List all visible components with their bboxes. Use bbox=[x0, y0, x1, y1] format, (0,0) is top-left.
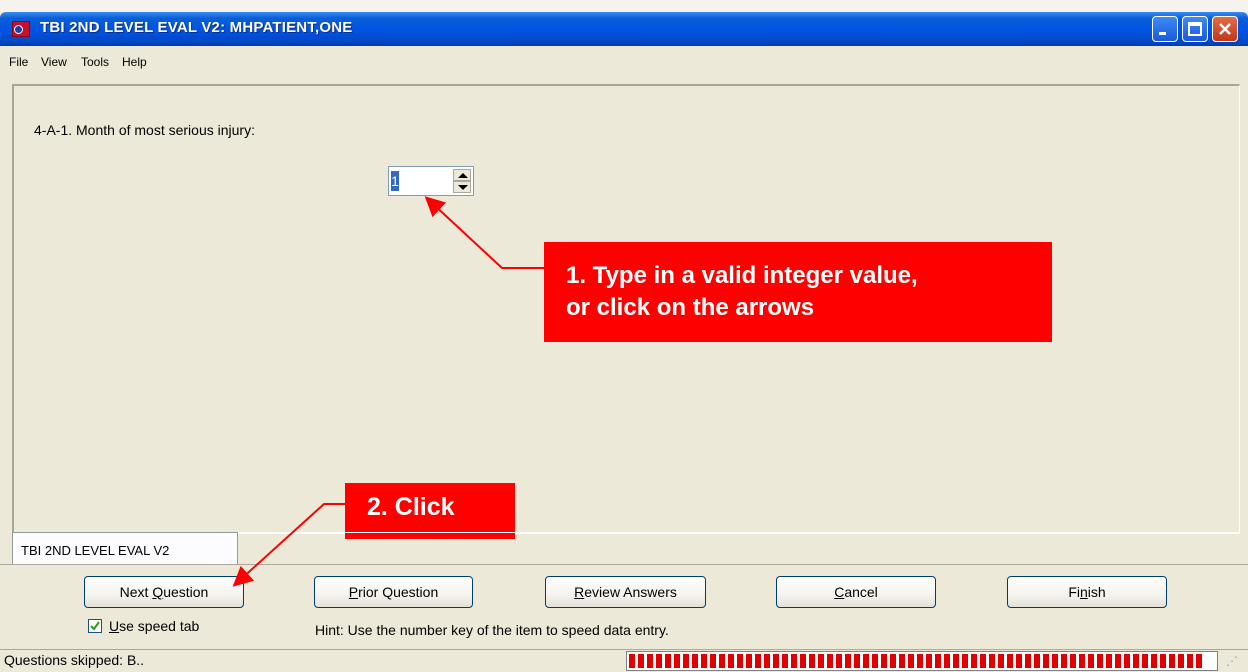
window-title: TBI 2ND LEVEL EVAL V2: MHPATIENT,ONE bbox=[40, 19, 353, 36]
resize-grip-icon[interactable]: ⋰ bbox=[1226, 654, 1238, 668]
arrow-up-icon bbox=[458, 173, 468, 178]
app-icon[interactable] bbox=[12, 21, 30, 37]
spinner-buttons bbox=[453, 169, 471, 193]
status-text: Questions skipped: B.. bbox=[4, 652, 145, 668]
spinner-up-button[interactable] bbox=[453, 169, 471, 181]
menu-tools[interactable]: Tools bbox=[81, 55, 109, 69]
callout-1-line-1: 1. Type in a valid integer value, bbox=[566, 262, 918, 289]
finish-button[interactable]: Finish bbox=[1007, 576, 1167, 608]
menu-bar bbox=[0, 46, 1248, 72]
menu-help[interactable]: Help bbox=[122, 55, 147, 69]
cancel-button[interactable]: Cancel bbox=[776, 576, 936, 608]
tab-tbi-eval[interactable]: TBI 2ND LEVEL EVAL V2 bbox=[12, 532, 238, 564]
checkmark-icon bbox=[90, 621, 100, 631]
menu-file[interactable]: File bbox=[9, 55, 28, 69]
maximize-button[interactable] bbox=[1182, 16, 1208, 42]
progress-bar bbox=[626, 651, 1218, 671]
spinner-value[interactable]: 1 bbox=[391, 171, 399, 191]
hint-text: Hint: Use the number key of the item to … bbox=[315, 622, 669, 638]
tab-label: TBI 2ND LEVEL EVAL V2 bbox=[21, 543, 170, 558]
callout-1-line-2: or click on the arrows bbox=[566, 294, 815, 321]
prior-question-button[interactable]: Prior Question bbox=[314, 576, 473, 608]
speed-tab-checkbox[interactable] bbox=[88, 619, 102, 633]
desktop-strip bbox=[0, 0, 1248, 12]
speed-tab-label[interactable]: Use speed tab bbox=[109, 618, 199, 634]
arrow-down-icon bbox=[458, 185, 468, 190]
close-button[interactable] bbox=[1212, 16, 1238, 42]
maximize-icon bbox=[1188, 22, 1202, 36]
menu-view[interactable]: View bbox=[41, 55, 67, 69]
instruction-callout-1: 1. Type in a valid integer value, or cli… bbox=[544, 242, 1052, 342]
instruction-callout-2: 2. Click bbox=[345, 483, 515, 539]
question-label: 4-A-1. Month of most serious injury: bbox=[34, 122, 255, 138]
minimize-icon bbox=[1159, 32, 1166, 35]
application-window: TBI 2ND LEVEL EVAL V2: MHPATIENT,ONE Fil… bbox=[0, 0, 1248, 672]
close-icon bbox=[1219, 23, 1231, 35]
spinner-down-button[interactable] bbox=[453, 181, 471, 193]
month-spinner[interactable]: 1 bbox=[388, 166, 474, 196]
progress-fill bbox=[629, 654, 1204, 668]
next-question-button[interactable]: Next Question bbox=[84, 576, 244, 608]
review-answers-button[interactable]: Review Answers bbox=[545, 576, 706, 608]
minimize-button[interactable] bbox=[1152, 16, 1178, 42]
